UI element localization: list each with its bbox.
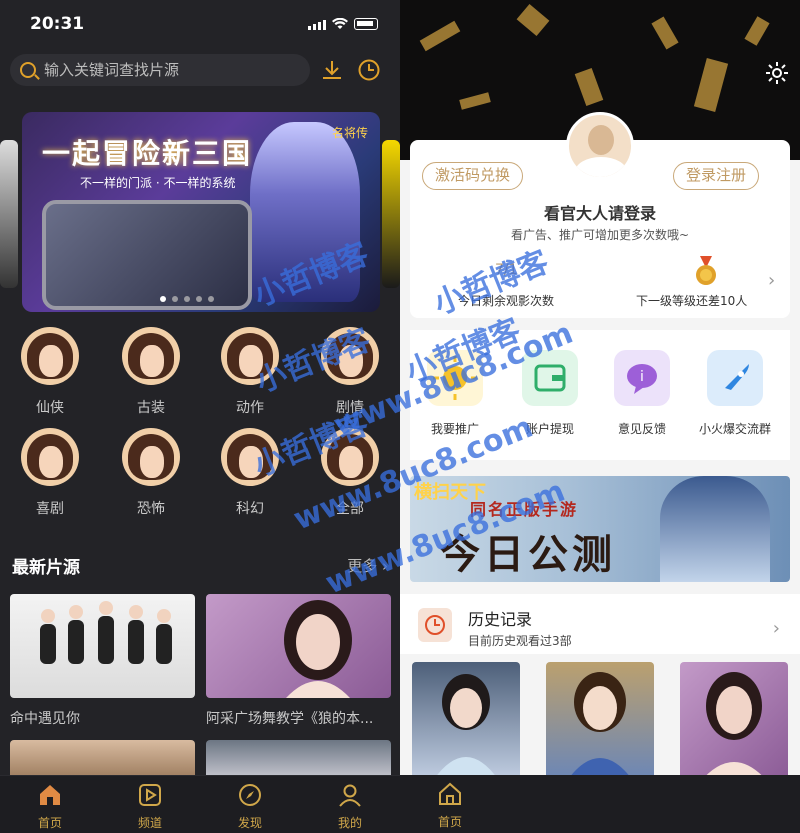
tab-label: 频道 xyxy=(137,816,162,830)
history-thumbnail[interactable] xyxy=(546,662,654,782)
status-time: 20:31 xyxy=(30,14,85,34)
group-photo xyxy=(40,601,172,664)
status-bar: 20:31 xyxy=(0,0,400,44)
category-label: 古装 xyxy=(137,400,165,416)
tab-label: 首页 xyxy=(37,816,62,830)
tab-home[interactable]: 首页 xyxy=(420,775,480,830)
download-icon[interactable] xyxy=(320,58,344,82)
banner-next-peek[interactable] xyxy=(382,140,400,288)
latest-section-title: 最新片源 xyxy=(12,558,80,578)
video-thumbnail[interactable] xyxy=(10,594,195,698)
girl-avatar-icon xyxy=(21,327,79,385)
girl-avatar-icon xyxy=(122,428,180,486)
girl-avatar-icon xyxy=(21,428,79,486)
video-thumbnail[interactable] xyxy=(206,740,391,780)
history-icon xyxy=(418,608,452,642)
action-item[interactable]: 小火爆交流群 xyxy=(690,350,780,437)
history-thumbnail[interactable] xyxy=(680,662,788,782)
category-label: 喜剧 xyxy=(36,501,64,517)
tab-label: 首页 xyxy=(437,815,462,829)
banner-phone-image xyxy=(42,200,252,310)
status-indicators xyxy=(308,18,378,30)
category-label: 科幻 xyxy=(236,501,264,517)
category-label: 仙侠 xyxy=(36,400,64,416)
action-label: 小火爆交流群 xyxy=(698,422,771,436)
banner-prev-peek[interactable] xyxy=(0,140,18,288)
category-item[interactable]: 喜剧 xyxy=(15,428,85,518)
girl-avatar-icon xyxy=(122,327,180,385)
play-icon xyxy=(139,784,161,806)
home-icon xyxy=(439,782,461,805)
history-title: 历史记录 xyxy=(468,610,533,629)
settings-gear-icon[interactable] xyxy=(764,60,790,86)
bottom-tab-bar: 首页 xyxy=(400,775,800,833)
message-icon: i xyxy=(614,350,670,406)
tab-mine[interactable]: 我的 xyxy=(300,776,400,833)
bottom-tab-bar: 首页 频道 发现 我的 xyxy=(0,775,400,833)
medal-icon xyxy=(696,256,716,285)
action-item[interactable]: i 意见反馈 xyxy=(597,350,687,437)
tab-home[interactable]: 首页 xyxy=(0,776,100,833)
ad-character-figure xyxy=(660,476,770,582)
category-label: 恐怖 xyxy=(137,501,165,517)
svg-text:i: i xyxy=(640,369,644,385)
history-row[interactable]: 历史记录 目前历史观看过3部 › xyxy=(400,594,800,654)
level-progress-label: 下一级等级还差10人 xyxy=(636,294,748,308)
video-thumbnail[interactable] xyxy=(10,740,195,780)
compass-icon xyxy=(239,784,261,806)
action-label: 意见反馈 xyxy=(617,422,666,436)
banner-logo: 名将传 xyxy=(331,126,368,140)
login-prompt-subtitle: 看广告、推广可增加更多次数哦~ xyxy=(510,228,690,242)
category-item[interactable]: 恐怖 xyxy=(116,428,186,518)
search-input[interactable] xyxy=(44,61,284,79)
video-title: 阿采广场舞教学《狼的本... xyxy=(206,711,374,727)
login-prompt-title: 看官大人请登录 xyxy=(543,204,656,223)
tab-label: 我的 xyxy=(337,816,362,830)
search-bar[interactable] xyxy=(10,54,310,86)
user-avatar[interactable] xyxy=(566,112,634,180)
search-icon xyxy=(20,62,36,78)
history-thumbnail[interactable] xyxy=(412,662,520,782)
history-subtitle: 目前历史观看过3部 xyxy=(468,634,572,648)
category-item[interactable]: 古装 xyxy=(116,327,186,417)
video-title: 命中遇见你 xyxy=(10,711,80,727)
wifi-icon xyxy=(332,18,348,29)
home-icon xyxy=(40,785,60,805)
battery-icon xyxy=(354,18,378,30)
chevron-right-icon[interactable]: › xyxy=(768,270,775,291)
activation-code-button[interactable]: 激活码兑换 xyxy=(422,162,524,190)
girl-illustration xyxy=(284,600,352,698)
profile-screen: 激活码兑换 登录注册 看官大人请登录 看广告、推广可增加更多次数哦~ 7/1 今… xyxy=(400,0,800,833)
banner-subtitle: 不一样的门派 · 不一样的系统 xyxy=(80,176,236,190)
user-icon xyxy=(339,784,361,807)
login-register-button[interactable]: 登录注册 xyxy=(673,162,760,190)
tab-channel[interactable]: 频道 xyxy=(100,776,200,833)
tab-discover[interactable]: 发现 xyxy=(200,776,300,833)
category-item[interactable]: 仙侠 xyxy=(15,327,85,417)
tab-label: 发现 xyxy=(237,816,262,830)
rocket-icon xyxy=(707,350,763,406)
history-clock-icon[interactable] xyxy=(357,58,381,82)
banner-title: 一起冒险新三国 xyxy=(42,137,253,170)
signal-icon xyxy=(308,20,326,30)
banner-pager xyxy=(160,296,214,302)
video-thumbnail[interactable] xyxy=(206,594,391,698)
category-label: 动作 xyxy=(236,400,264,416)
chevron-right-icon: › xyxy=(772,618,780,639)
